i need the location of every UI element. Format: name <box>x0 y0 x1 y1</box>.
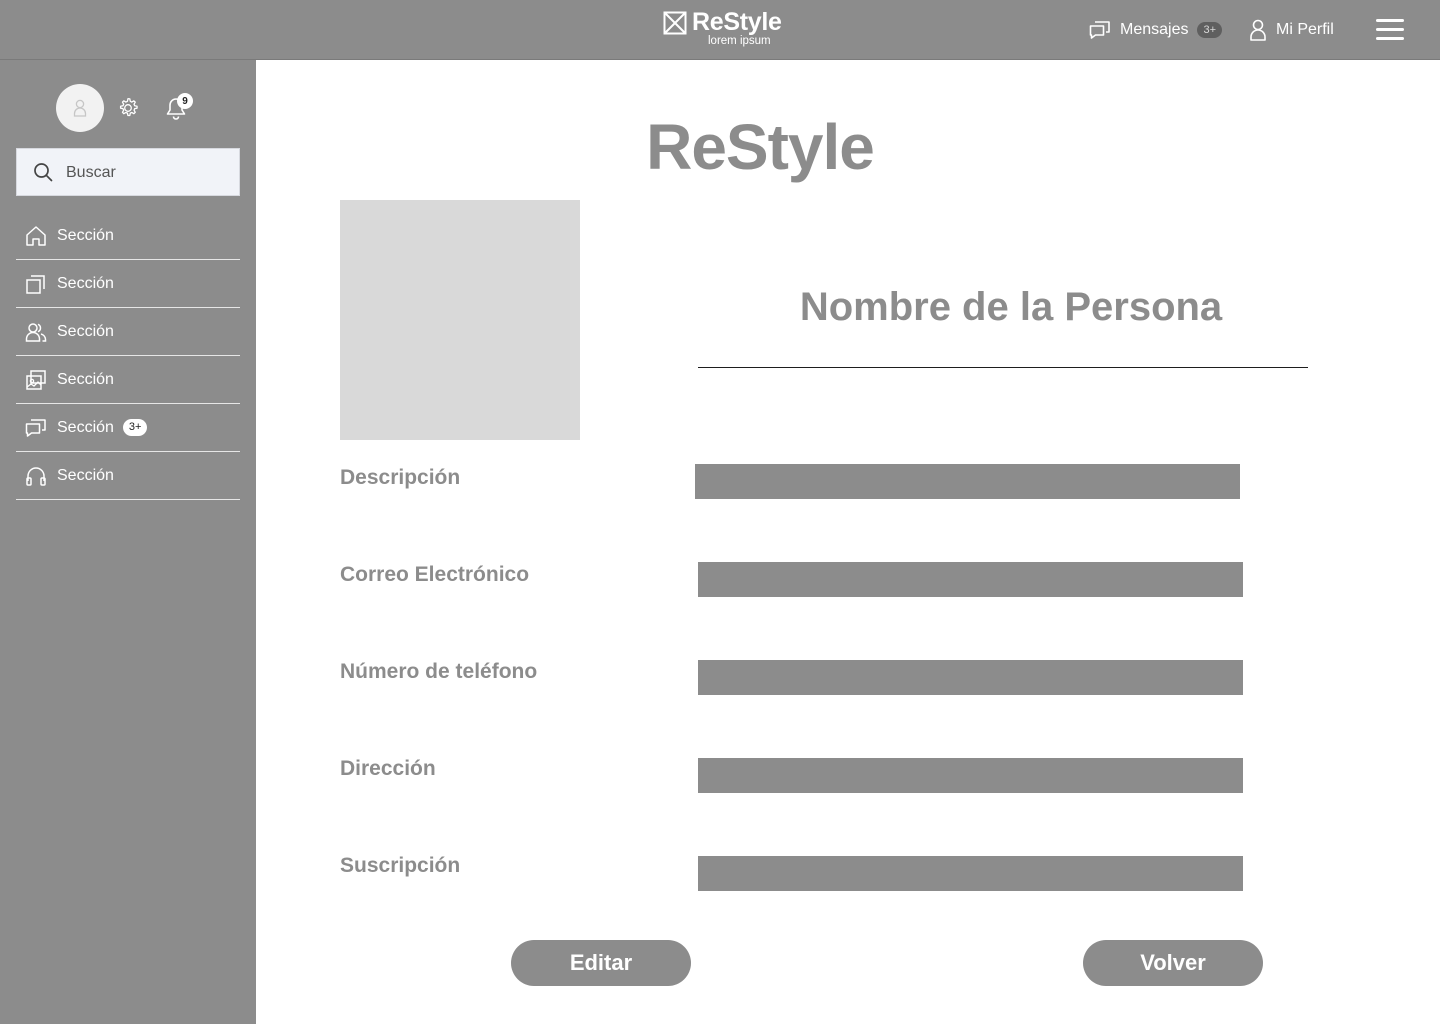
brand-tagline: lorem ipsum <box>708 35 771 47</box>
phone-label: Número de teléfono <box>340 660 538 683</box>
sidebar-item-gallery[interactable]: Sección <box>16 356 240 404</box>
top-bar: ReStyle lorem ipsum Mensajes 3+ Mi Perfi… <box>0 0 1440 60</box>
name-divider <box>698 367 1308 368</box>
search-input[interactable] <box>64 161 228 185</box>
hamburger-menu-icon[interactable] <box>1376 19 1404 41</box>
page-title: ReStyle <box>646 111 875 183</box>
brand-logo[interactable]: ReStyle lorem ipsum <box>663 8 793 50</box>
users-icon <box>25 322 47 342</box>
logo-icon <box>663 11 687 35</box>
chat-icon <box>1089 21 1110 39</box>
email-label: Correo Electrónico <box>340 563 530 586</box>
subscription-field[interactable] <box>698 856 1243 891</box>
profile-photo-placeholder <box>340 200 580 440</box>
person-name: Nombre de la Persona <box>799 285 1223 329</box>
sidebar-item-pages[interactable]: Sección <box>16 260 240 308</box>
address-field[interactable] <box>698 758 1243 793</box>
brand-name: ReStyle <box>692 8 782 36</box>
gear-icon[interactable] <box>117 97 139 119</box>
sidebar-item-badge: 3+ <box>122 419 148 436</box>
sidebar-item-label: Sección <box>57 418 114 436</box>
description-label: Descripción <box>340 466 461 489</box>
messages-link[interactable]: Mensajes 3+ <box>1089 18 1223 42</box>
sidebar-item-support[interactable]: Sección <box>16 452 240 500</box>
email-field[interactable] <box>698 562 1243 597</box>
headphones-icon <box>26 466 46 486</box>
messages-label: Mensajes <box>1120 21 1189 38</box>
chat-icon <box>25 418 46 437</box>
sidebar: 9 Sección Sección Sec <box>0 60 256 1024</box>
address-label: Dirección <box>340 757 436 780</box>
sidebar-item-label: Sección <box>57 370 114 388</box>
sidebar-item-users[interactable]: Sección <box>16 308 240 356</box>
sidebar-menu: Sección Sección Sección Sección Sección … <box>16 212 240 500</box>
sidebar-item-label: Sección <box>57 274 114 292</box>
search-icon <box>34 163 53 182</box>
user-icon <box>73 99 87 117</box>
home-icon <box>26 225 46 246</box>
pages-icon <box>26 274 45 294</box>
subscription-label: Suscripción <box>340 854 461 877</box>
sidebar-item-home[interactable]: Sección <box>16 212 240 260</box>
sidebar-item-label: Sección <box>57 226 114 244</box>
back-button[interactable]: Volver <box>1083 940 1263 986</box>
sidebar-item-label: Sección <box>57 466 114 484</box>
profile-link[interactable]: Mi Perfil <box>1249 18 1334 42</box>
messages-badge: 3+ <box>1197 22 1223 38</box>
avatar[interactable] <box>56 84 104 132</box>
sidebar-item-messages[interactable]: Sección 3+ <box>16 404 240 452</box>
phone-field[interactable] <box>698 660 1243 695</box>
description-field[interactable] <box>695 464 1240 499</box>
notification-badge: 9 <box>177 93 193 109</box>
search-box[interactable] <box>16 148 240 196</box>
user-icon <box>1250 19 1266 41</box>
sidebar-item-label: Sección <box>57 322 114 340</box>
edit-button[interactable]: Editar <box>511 940 691 986</box>
gallery-icon <box>26 369 46 390</box>
profile-label: Mi Perfil <box>1276 21 1334 38</box>
